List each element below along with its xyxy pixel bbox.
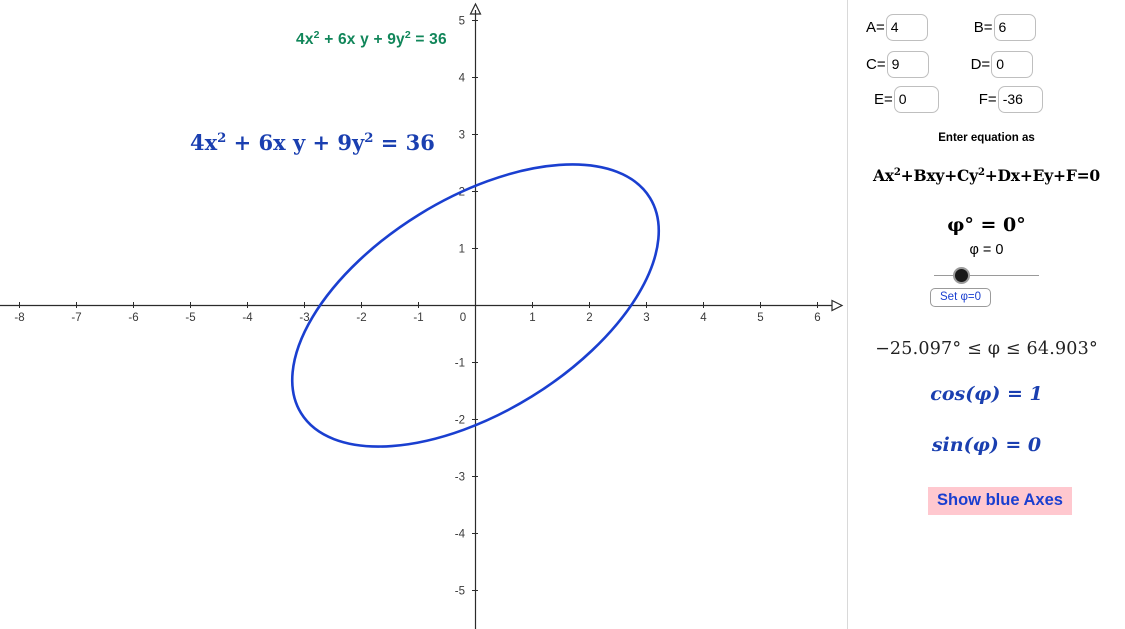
slider-track[interactable] xyxy=(934,275,1039,276)
coefficient-cell-a: A= xyxy=(866,14,928,41)
x-tick-label: 3 xyxy=(643,312,649,324)
x-tick-label: -8 xyxy=(14,312,24,324)
coefficient-a-label: A= xyxy=(866,19,885,36)
cos-phi-value: cos(φ) = 1 xyxy=(930,383,1043,405)
show-blue-axes-button[interactable]: Show blue Axes xyxy=(928,487,1072,515)
enter-equation-label: Enter equation as xyxy=(938,132,1035,144)
y-tick-label: 4 xyxy=(459,73,466,85)
coefficient-row-ef: E= F= xyxy=(874,86,1043,113)
general-equation-formula: Ax2+Bxy+Cy2+Dx+Ey+F=0 xyxy=(872,166,1100,185)
coefficient-c-input[interactable] xyxy=(886,51,929,78)
x-tick-label: 4 xyxy=(700,312,707,324)
x-tick-label: -5 xyxy=(185,312,195,324)
coefficient-a-input[interactable] xyxy=(885,14,928,41)
coefficient-f-label: F= xyxy=(978,91,997,108)
coefficient-cell-d: D= xyxy=(971,51,1034,78)
x-tick-label: -1 xyxy=(413,312,423,324)
coefficient-cell-c: C= xyxy=(866,51,929,78)
x-tick-label: 5 xyxy=(757,312,763,324)
phi-value-label: φ = 0 xyxy=(969,242,1004,258)
x-tick-label: -3 xyxy=(299,312,309,324)
coefficient-cell-b: B= xyxy=(974,14,1036,41)
y-tick-label: -5 xyxy=(455,586,465,598)
coefficient-row-ab: A= B= xyxy=(866,14,1036,41)
x-tick-label: 1 xyxy=(529,312,535,324)
y-tick-label: -2 xyxy=(455,415,465,427)
phi-degrees-title: φ° = 0° xyxy=(947,214,1026,236)
y-tick-label: 1 xyxy=(459,244,465,256)
coefficient-d-label: D= xyxy=(970,56,991,73)
x-tick-label: -6 xyxy=(128,312,138,324)
x-tick-label: -7 xyxy=(71,312,81,324)
phi-slider[interactable] xyxy=(934,266,1039,286)
y-tick-label: -3 xyxy=(455,472,465,484)
slider-handle[interactable] xyxy=(953,267,970,284)
phi-range-label: −25.097° ≤ φ ≤ 64.903° xyxy=(875,339,1098,359)
coefficient-row-cd: C= D= xyxy=(866,51,1034,78)
coefficient-d-input[interactable] xyxy=(991,51,1034,78)
coefficient-c-label: C= xyxy=(866,56,886,73)
graph-panel[interactable]: -8 -7 -6 -5 -4 -3 -2 -1 0 1 2 3 4 5 6 1 … xyxy=(0,0,847,629)
y-tick-label: 5 xyxy=(459,16,465,28)
coefficient-f-input[interactable] xyxy=(997,86,1043,113)
sin-phi-value: sin(φ) = 0 xyxy=(931,434,1042,456)
coefficient-cell-e: E= xyxy=(874,86,939,113)
set-phi-zero-button[interactable]: Set φ=0 xyxy=(930,288,992,307)
coefficient-b-label: B= xyxy=(973,19,993,36)
coefficient-e-input[interactable] xyxy=(893,86,939,113)
coefficient-cell-f: F= xyxy=(979,86,1043,113)
y-tick-label: -1 xyxy=(455,358,465,370)
control-panel: A= B= C= D= E= F= Enter equation as xyxy=(848,0,1125,629)
equation-label-green: 4x2 + 6x y + 9y2 = 36 xyxy=(296,29,447,49)
x-axis-arrowhead xyxy=(831,299,844,312)
y-tick-label: -4 xyxy=(455,529,466,541)
x-tick-label: 6 xyxy=(814,312,820,324)
coefficient-e-label: E= xyxy=(874,91,893,108)
x-tick-label: -2 xyxy=(356,312,366,324)
equation-label-blue: 4x2 + 6x y + 9y2 = 36 xyxy=(190,130,435,155)
coordinate-plane: -8 -7 -6 -5 -4 -3 -2 -1 0 1 2 3 4 5 6 1 … xyxy=(0,2,844,629)
coefficient-b-input[interactable] xyxy=(993,14,1036,41)
y-tick-label: 3 xyxy=(459,130,465,142)
x-tick-label: -4 xyxy=(242,312,253,324)
x-tick-label: 0 xyxy=(460,312,466,324)
x-tick-label: 2 xyxy=(586,312,592,324)
